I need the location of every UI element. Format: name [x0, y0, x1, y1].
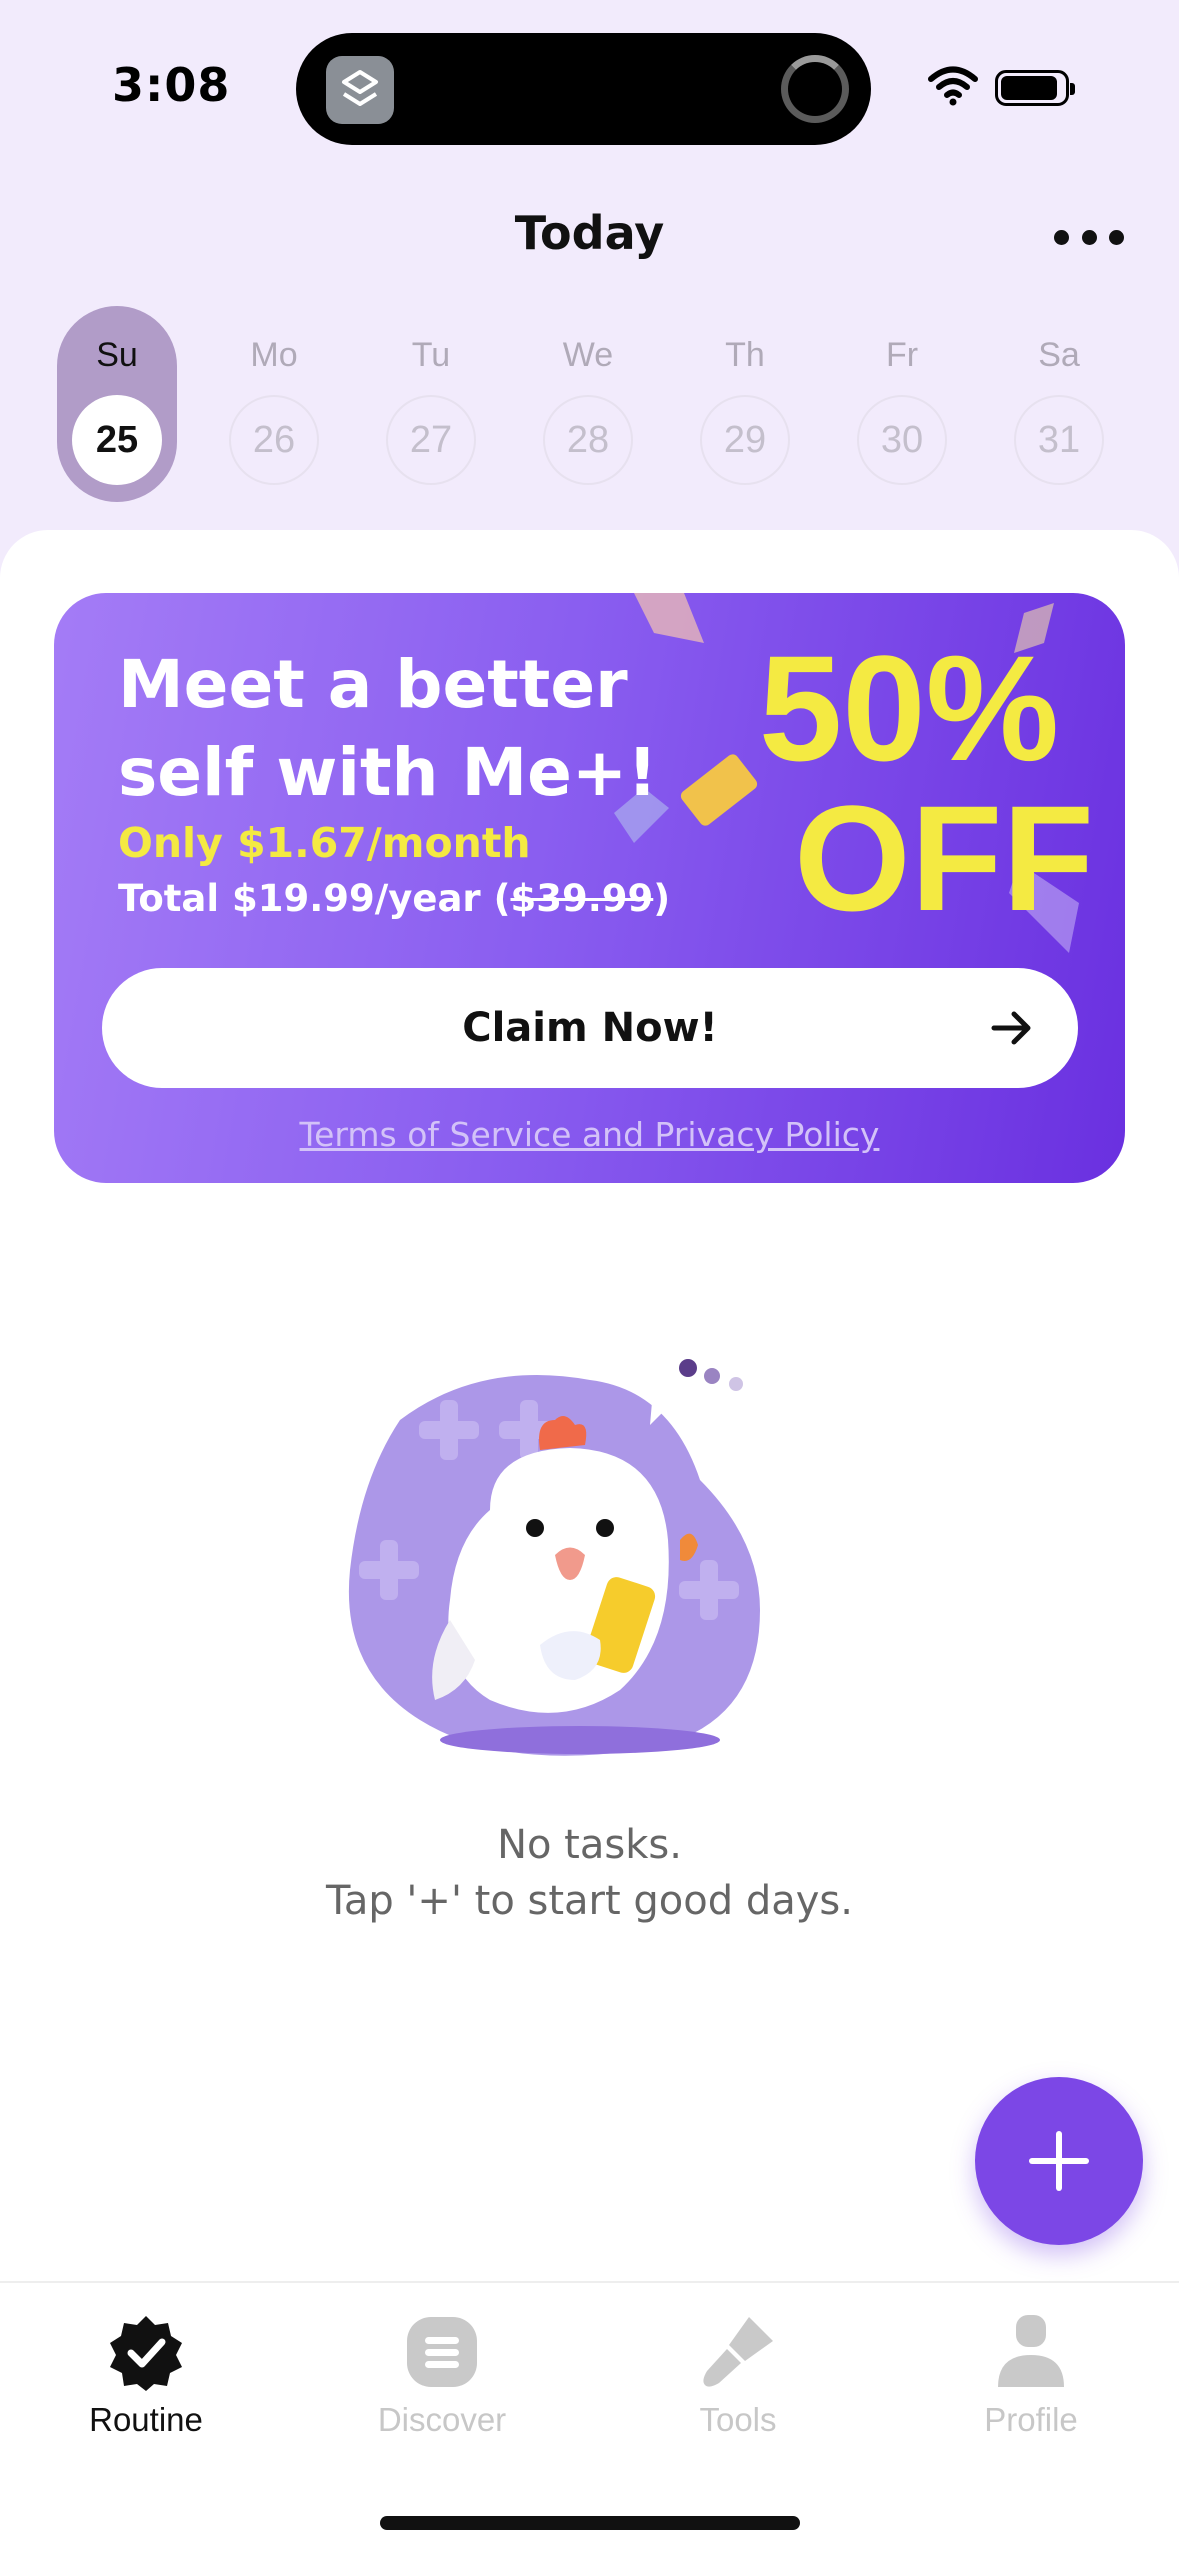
- promo-discount: 50% OFF: [714, 633, 1104, 933]
- day-date: 30: [857, 395, 947, 485]
- add-task-button[interactable]: [975, 2077, 1143, 2245]
- claim-now-label: Claim Now!: [462, 1005, 718, 1051]
- day-name: Sa: [1038, 336, 1080, 374]
- loading-ring-icon: [781, 55, 849, 123]
- empty-state-hint: Tap '+' to start good days.: [326, 1878, 853, 1924]
- day-name: Tu: [411, 336, 451, 374]
- promo-price: Only $1.67/month: [118, 819, 531, 867]
- chicken-mascot-illustration: [348, 1340, 760, 1756]
- promo-total-suffix: ): [653, 877, 671, 920]
- promo-total-prefix: Total $19.99/year (: [118, 877, 511, 920]
- tab-profile[interactable]: Profile: [911, 2313, 1151, 2473]
- shortcuts-app-icon: [326, 56, 394, 124]
- day-mo[interactable]: Mo 26: [214, 306, 334, 502]
- more-dot-icon: [1054, 229, 1069, 245]
- tab-bar: Routine Discover Tools Profile: [0, 2281, 1179, 2556]
- day-tu[interactable]: Tu 27: [371, 306, 491, 502]
- tab-tools[interactable]: Tools: [618, 2313, 858, 2473]
- day-name: We: [562, 336, 614, 374]
- day-date: 31: [1014, 395, 1104, 485]
- arrow-right-icon: [991, 1011, 1031, 1045]
- day-th[interactable]: Th 29: [685, 306, 805, 502]
- day-name: Th: [725, 336, 765, 374]
- day-name: Mo: [250, 336, 298, 374]
- day-su[interactable]: Su 25: [57, 306, 177, 502]
- promo-banner[interactable]: Meet a better self with Me+! Only $1.67/…: [54, 593, 1125, 1183]
- day-date: 27: [386, 395, 476, 485]
- day-date: 29: [700, 395, 790, 485]
- week-strip: Su 25 Mo 26 Tu 27 We 28 Th 29 Fr 30 Sa 3…: [57, 306, 1123, 502]
- promo-original-price: $39.99: [510, 877, 654, 920]
- day-name: Su: [96, 336, 138, 374]
- promo-title-line1: Meet a better: [118, 646, 628, 723]
- dynamic-island: [296, 33, 871, 145]
- empty-state-title: No tasks.: [497, 1822, 682, 1868]
- list-icon: [403, 2313, 481, 2391]
- day-we[interactable]: We 28: [528, 306, 648, 502]
- day-date: 25: [72, 395, 162, 485]
- more-dot-icon: [1081, 229, 1097, 245]
- promo-title: Meet a better self with Me+!: [118, 641, 718, 817]
- tab-routine[interactable]: Routine: [26, 2313, 266, 2473]
- person-icon: [992, 2313, 1070, 2391]
- status-time: 3:08: [112, 58, 231, 112]
- wifi-icon: [928, 66, 978, 106]
- tab-label: Profile: [984, 2401, 1078, 2438]
- day-fr[interactable]: Fr 30: [842, 306, 962, 502]
- day-sa[interactable]: Sa 31: [999, 306, 1119, 502]
- tab-label: Tools: [699, 2401, 777, 2438]
- checkmark-badge-icon: [107, 2313, 185, 2391]
- promo-discount-percent: 50%: [758, 624, 1060, 792]
- brush-icon: [699, 2313, 777, 2391]
- home-indicator[interactable]: [380, 2516, 800, 2530]
- promo-title-line2: self with Me+!: [118, 734, 658, 811]
- more-dot-icon: [1109, 229, 1124, 245]
- tab-discover[interactable]: Discover: [322, 2313, 562, 2473]
- tab-label: Discover: [377, 2401, 507, 2438]
- day-date: 26: [229, 395, 319, 485]
- more-options-button[interactable]: [1054, 222, 1124, 252]
- day-date: 28: [543, 395, 633, 485]
- promo-total: Total $19.99/year ($39.99): [118, 877, 670, 920]
- plus-icon: [1056, 2131, 1062, 2191]
- claim-now-button[interactable]: Claim Now!: [102, 968, 1078, 1088]
- battery-icon: [995, 70, 1075, 106]
- terms-link[interactable]: Terms of Service and Privacy Policy: [54, 1115, 1125, 1154]
- tab-label: Routine: [89, 2401, 203, 2438]
- day-name: Fr: [885, 336, 919, 374]
- promo-discount-off: OFF: [794, 774, 1094, 942]
- page-title: Today: [514, 206, 665, 260]
